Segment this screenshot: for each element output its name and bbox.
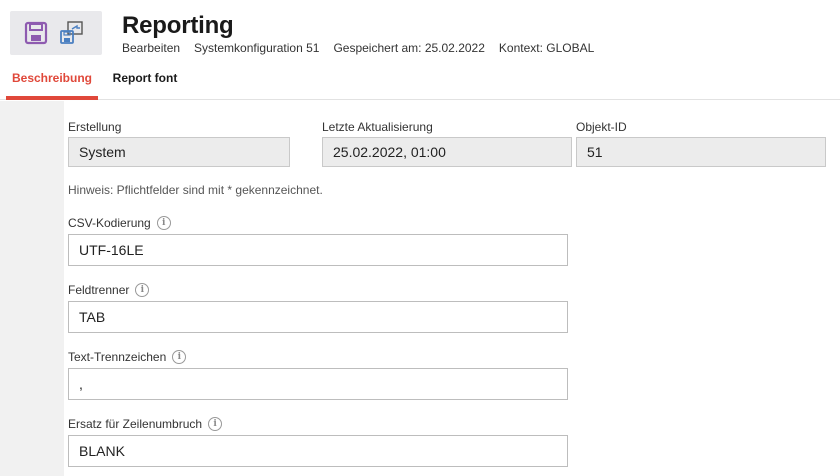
- info-icon[interactable]: i: [172, 350, 187, 364]
- meta-context: Kontext: GLOBAL: [498, 41, 595, 55]
- feldtrenner-input[interactable]: [68, 301, 568, 333]
- field-erstellung: Erstellung System: [68, 120, 290, 167]
- field-objekt-id: Objekt-ID 51: [576, 120, 826, 167]
- label-letzte-aktualisierung: Letzte Aktualisierung: [322, 120, 433, 134]
- field-zeilenumbruch: Ersatz für Zeilenumbruch i: [68, 413, 568, 467]
- label-feldtrenner: Feldtrenner: [68, 283, 130, 297]
- value-letzte-aktualisierung: 25.02.2022, 01:00: [322, 137, 572, 167]
- page-meta: Bearbeiten Systemkonfiguration 51 Gespei…: [122, 41, 594, 55]
- tab-report-font[interactable]: Report font: [106, 62, 184, 100]
- label-erstellung: Erstellung: [68, 120, 122, 134]
- save-export-icon: [60, 21, 83, 44]
- save-export-button[interactable]: [56, 17, 88, 49]
- label-csv-kodierung: CSV-Kodierung: [68, 216, 151, 230]
- csv-kodierung-input[interactable]: [68, 234, 568, 266]
- field-csv-kodierung: CSV-Kodierung i: [68, 212, 568, 266]
- meta-object: Systemkonfiguration 51: [194, 41, 320, 55]
- floppy-disk-icon: [24, 21, 48, 45]
- text-trennzeichen-label-row: Text-Trennzeichen i: [68, 346, 568, 368]
- info-icon[interactable]: i: [208, 417, 223, 431]
- label-text-trennzeichen: Text-Trennzeichen: [68, 350, 167, 364]
- info-row: Erstellung System Letzte Aktualisierung …: [68, 120, 828, 170]
- zeilenumbruch-label-row: Ersatz für Zeilenumbruch i: [68, 413, 568, 435]
- save-button[interactable]: [20, 17, 52, 49]
- value-erstellung: System: [68, 137, 290, 167]
- page-header: Reporting Bearbeiten Systemkonfiguration…: [0, 0, 840, 62]
- value-objekt-id: 51: [576, 137, 826, 167]
- side-gutter: [0, 101, 64, 476]
- text-trennzeichen-input[interactable]: [68, 368, 568, 400]
- meta-mode: Bearbeiten: [122, 41, 181, 55]
- field-text-trennzeichen: Text-Trennzeichen i: [68, 346, 568, 400]
- info-icon[interactable]: i: [135, 283, 150, 297]
- feldtrenner-label-row: Feldtrenner i: [68, 279, 568, 301]
- required-hint: Hinweis: Pflichtfelder sind mit * gekenn…: [68, 183, 323, 197]
- field-feldtrenner: Feldtrenner i: [68, 279, 568, 333]
- label-objekt-id: Objekt-ID: [576, 120, 627, 134]
- zeilenumbruch-input[interactable]: [68, 435, 568, 467]
- field-letzte-aktualisierung: Letzte Aktualisierung 25.02.2022, 01:00: [322, 120, 572, 167]
- tab-beschreibung[interactable]: Beschreibung: [6, 62, 98, 100]
- meta-saved: Gespeichert am: 25.02.2022: [333, 41, 485, 55]
- toolbar: [10, 11, 102, 55]
- label-zeilenumbruch: Ersatz für Zeilenumbruch: [68, 417, 203, 431]
- csv-kodierung-label-row: CSV-Kodierung i: [68, 212, 568, 234]
- page-title: Reporting: [122, 12, 234, 39]
- tab-bar: Beschreibung Report font: [0, 62, 840, 100]
- info-icon[interactable]: i: [156, 216, 171, 230]
